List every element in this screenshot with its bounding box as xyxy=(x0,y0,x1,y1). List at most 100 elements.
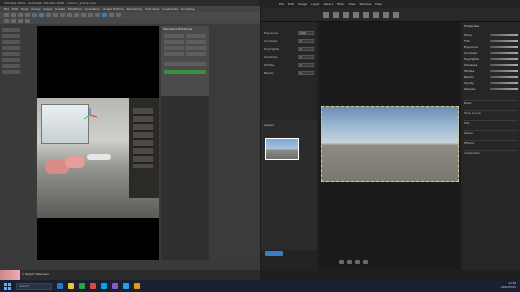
ps-menu-file[interactable]: File xyxy=(279,0,284,8)
slider-track[interactable] xyxy=(490,75,518,78)
taskbar-app-icon[interactable] xyxy=(112,283,118,289)
section-header[interactable]: Calibration xyxy=(464,150,518,155)
mirror-icon[interactable] xyxy=(88,13,93,17)
link-icon[interactable] xyxy=(18,13,23,17)
adjust-value-field[interactable]: 0 xyxy=(298,70,314,75)
adjust-value-field[interactable]: 0 xyxy=(298,38,314,43)
ps-menu-window[interactable]: Window xyxy=(359,0,371,8)
render-icon[interactable] xyxy=(116,13,121,17)
section-header[interactable]: HSL xyxy=(464,120,518,125)
align-icon[interactable] xyxy=(95,13,100,17)
camera-viewport[interactable] xyxy=(37,26,159,260)
adjust-value-field[interactable]: 0 xyxy=(298,46,314,51)
move-icon[interactable] xyxy=(60,13,65,17)
object-type-button[interactable] xyxy=(186,46,206,50)
object-type-button[interactable] xyxy=(186,40,206,44)
ribbon-paint-icon[interactable] xyxy=(25,19,30,23)
undo-icon[interactable] xyxy=(4,13,9,17)
slider-row[interactable]: Contrast xyxy=(464,50,518,55)
color-swatch[interactable] xyxy=(164,70,206,74)
slider-track[interactable] xyxy=(490,87,518,90)
ps-menu-edit[interactable]: Edit xyxy=(288,0,294,8)
ps-menu-select[interactable]: Select xyxy=(324,0,333,8)
ps-menu-view[interactable]: View xyxy=(348,0,355,8)
slider-row[interactable]: Clarity xyxy=(464,80,518,85)
slider-row[interactable]: Temp xyxy=(464,32,518,37)
ribbon-selection-icon[interactable] xyxy=(18,19,23,23)
select-by-name-icon[interactable] xyxy=(46,13,51,17)
explorer-row[interactable] xyxy=(2,70,20,74)
ps-menu-layer[interactable]: Layer xyxy=(311,0,319,8)
taskbar-app-icon[interactable] xyxy=(57,283,63,289)
select-icon[interactable] xyxy=(39,13,44,17)
explorer-row[interactable] xyxy=(2,58,20,62)
explorer-row[interactable] xyxy=(2,40,20,44)
taskbar-app-icon[interactable] xyxy=(90,283,96,289)
adjust-value-field[interactable]: 0 xyxy=(298,54,314,59)
snap-icon[interactable] xyxy=(81,13,86,17)
taskbar-app-icon[interactable] xyxy=(68,283,74,289)
slider-track[interactable] xyxy=(490,39,518,42)
rotate-icon[interactable] xyxy=(67,13,72,17)
object-type-button[interactable] xyxy=(164,52,184,56)
slider-row[interactable]: Tint xyxy=(464,38,518,43)
ps-tool-icons[interactable] xyxy=(323,11,443,19)
slider-track[interactable] xyxy=(490,57,518,60)
explorer-row[interactable] xyxy=(2,34,20,38)
slider-row[interactable]: Highlights xyxy=(464,56,518,61)
transform-gizmo-icon[interactable] xyxy=(83,108,97,122)
slider-track[interactable] xyxy=(490,63,518,66)
ps-action-button[interactable] xyxy=(265,251,283,256)
hand-icon[interactable] xyxy=(347,260,352,264)
rect-select-icon[interactable] xyxy=(53,13,58,17)
section-header[interactable]: Tone Curve xyxy=(464,110,518,115)
slider-track[interactable] xyxy=(490,81,518,84)
taskbar-app-icon[interactable] xyxy=(123,283,129,289)
object-type-button[interactable] xyxy=(164,46,184,50)
slider-row[interactable]: Whites xyxy=(464,68,518,73)
object-type-button[interactable] xyxy=(164,34,184,38)
windows-start-icon[interactable] xyxy=(4,282,11,290)
object-type-button[interactable] xyxy=(164,40,184,44)
slider-row[interactable]: Dehaze xyxy=(464,86,518,91)
adjust-value-field[interactable]: 0 xyxy=(298,62,314,67)
ps-menu-filter[interactable]: Filter xyxy=(337,0,344,8)
explorer-row[interactable] xyxy=(2,64,20,68)
slider-track[interactable] xyxy=(490,45,518,48)
render-frame-icon[interactable] xyxy=(109,13,114,17)
slider-track[interactable] xyxy=(490,69,518,72)
section-header[interactable]: Effects xyxy=(464,140,518,145)
time-slider[interactable] xyxy=(0,260,260,270)
ps-menu-image[interactable]: Image xyxy=(298,0,307,8)
redo-icon[interactable] xyxy=(11,13,16,17)
unlink-icon[interactable] xyxy=(25,13,30,17)
explorer-row[interactable] xyxy=(2,28,20,32)
taskbar-search[interactable]: Search xyxy=(16,282,52,290)
ps-menu-help[interactable]: Help xyxy=(375,0,382,8)
section-header[interactable]: Detail xyxy=(464,130,518,135)
slider-track[interactable] xyxy=(490,51,518,54)
bind-icon[interactable] xyxy=(32,13,37,17)
object-type-button[interactable] xyxy=(186,34,206,38)
explorer-row[interactable] xyxy=(2,46,20,50)
taskbar-clock[interactable]: 12:30 2021/03/15 xyxy=(501,282,516,290)
taskbar-app-icon[interactable] xyxy=(79,283,85,289)
ps-canvas-area[interactable] xyxy=(319,22,461,270)
taskbar-app-icon[interactable] xyxy=(134,283,140,289)
slider-track[interactable] xyxy=(490,33,518,36)
ribbon-modeling-icon[interactable] xyxy=(4,19,9,23)
ribbon-freeform-icon[interactable] xyxy=(11,19,16,23)
render-setup-icon[interactable] xyxy=(102,13,107,17)
layer-thumbnail[interactable] xyxy=(265,138,299,160)
rotate-view-icon[interactable] xyxy=(355,260,360,264)
taskbar-app-icon[interactable] xyxy=(101,283,107,289)
zoom-icon[interactable] xyxy=(339,260,344,264)
explorer-row[interactable] xyxy=(2,52,20,56)
slider-row[interactable]: Blacks xyxy=(464,74,518,79)
object-type-button[interactable] xyxy=(186,52,206,56)
slider-row[interactable]: Exposure xyxy=(464,44,518,49)
panorama-image[interactable] xyxy=(321,106,459,182)
fit-icon[interactable] xyxy=(363,260,368,264)
scale-icon[interactable] xyxy=(74,13,79,17)
adjust-value-field[interactable]: 0.00 xyxy=(298,30,314,35)
